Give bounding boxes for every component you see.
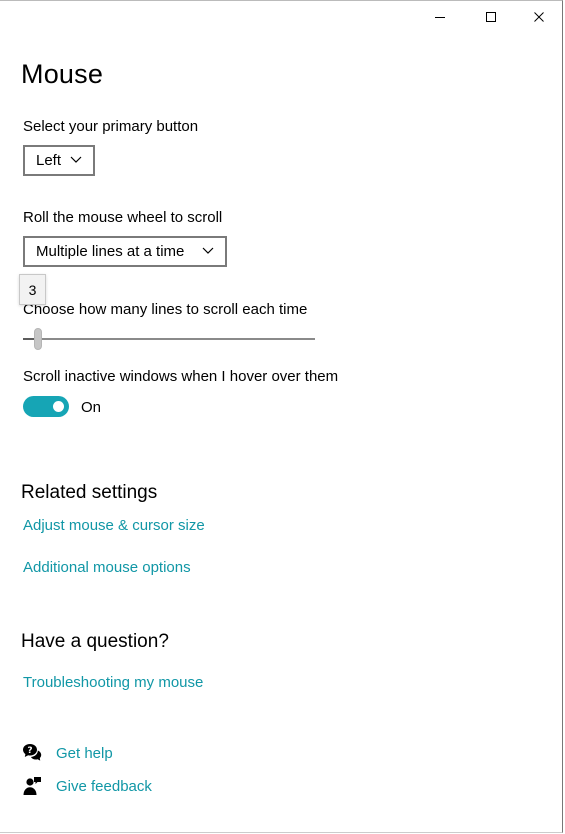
inactive-scroll-toggle[interactable] — [23, 396, 69, 417]
scroll-lines-slider-track[interactable] — [23, 338, 315, 340]
give-feedback-icon — [23, 777, 41, 795]
troubleshooting-link[interactable]: Troubleshooting my mouse — [23, 674, 203, 691]
scroll-mode-value: Multiple lines at a time — [36, 243, 185, 260]
related-settings-heading: Related settings — [21, 482, 158, 503]
adjust-cursor-size-link[interactable]: Adjust mouse & cursor size — [23, 517, 205, 534]
settings-window: Mouse Select your primary button Left Ro… — [0, 0, 563, 833]
maximize-icon — [486, 12, 496, 22]
get-help-icon: ? — [23, 744, 42, 761]
primary-button-value: Left — [36, 152, 62, 169]
maximize-button[interactable] — [468, 1, 514, 33]
scroll-lines-slider-thumb[interactable] — [33, 328, 42, 350]
primary-button-label: Select your primary button — [23, 118, 199, 135]
inactive-scroll-label: Scroll inactive windows when I hover ove… — [23, 368, 339, 385]
close-button[interactable] — [516, 1, 562, 33]
get-help-link[interactable]: Get help — [56, 745, 113, 762]
scroll-lines-label: Choose how many lines to scroll each tim… — [23, 301, 308, 318]
scroll-mode-dropdown[interactable]: Multiple lines at a time — [23, 236, 227, 267]
close-icon — [534, 12, 544, 22]
toggle-knob — [53, 401, 64, 412]
svg-text:?: ? — [27, 746, 32, 756]
chevron-down-icon — [202, 247, 214, 254]
page-title: Mouse — [21, 59, 104, 89]
scroll-mode-label: Roll the mouse wheel to scroll — [23, 209, 223, 226]
slider-value-tooltip: 3 — [19, 274, 46, 305]
give-feedback-link[interactable]: Give feedback — [56, 778, 152, 795]
minimize-icon — [435, 17, 445, 18]
minimize-button[interactable] — [417, 1, 463, 33]
additional-mouse-options-link[interactable]: Additional mouse options — [23, 559, 191, 576]
primary-button-dropdown[interactable]: Left — [23, 145, 95, 176]
chevron-down-icon — [70, 156, 82, 163]
toggle-state-label: On — [81, 399, 102, 416]
have-a-question-heading: Have a question? — [21, 631, 169, 652]
